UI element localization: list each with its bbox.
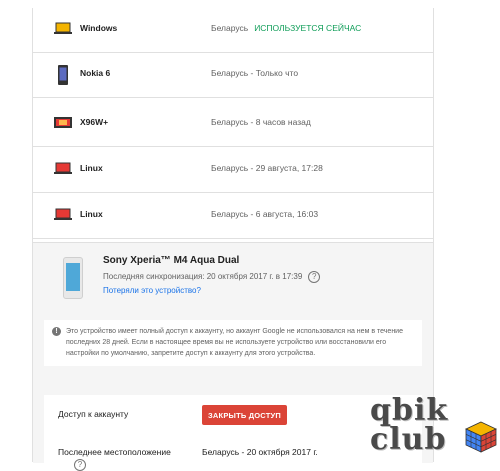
device-name: X96W+ (80, 117, 109, 127)
device-row-nokia[interactable]: Nokia 6 Беларусь - Только что (33, 53, 433, 98)
device-name: Nokia 6 (80, 68, 111, 78)
device-row-linux-2[interactable]: Linux Беларусь - 6 августа, 16:03 (33, 194, 433, 239)
help-icon[interactable]: ? (74, 459, 86, 471)
phone-icon (58, 65, 68, 85)
device-location: Беларусь - Только что (211, 68, 299, 78)
device-location: Беларусь - 6 августа, 16:03 (211, 209, 319, 219)
access-label: Доступ к аккаунту (58, 409, 129, 419)
laptop-icon (54, 162, 72, 174)
device-location: Беларусь - 29 августа, 17:28 (211, 163, 323, 173)
info-icon: ! (52, 327, 61, 336)
info-box: ! Это устройство имеет полный доступ к а… (44, 320, 422, 366)
watermark-text: qbik club (370, 393, 449, 457)
device-row-windows[interactable]: Windows Беларусь ИСПОЛЬЗУЕТСЯ СЕЙЧАС (33, 8, 433, 53)
active-status: ИСПОЛЬЗУЕТСЯ СЕЙЧАС (254, 23, 362, 33)
device-title: Sony Xperia™ M4 Aqua Dual (103, 255, 240, 266)
last-location-label: Последнее местоположение (58, 447, 171, 457)
device-location: Беларусь - 8 часов назад (211, 117, 311, 127)
watermark-logo: qbik club (364, 396, 500, 462)
device-name: Windows (80, 23, 118, 33)
device-row-x96[interactable]: X96W+ Беларусь - 8 часов назад (33, 102, 433, 147)
lost-device-link[interactable]: Потеряли это устройство? (103, 286, 201, 295)
help-icon[interactable]: ? (308, 271, 321, 283)
sync-info: Последняя синхронизация: 20 октября 2017… (103, 271, 321, 283)
phone-image (63, 257, 83, 299)
device-row-linux-1[interactable]: Linux Беларусь - 29 августа, 17:28 (33, 148, 433, 193)
info-text: Это устройство имеет полный доступ к акк… (66, 328, 403, 357)
device-name: Linux (80, 163, 103, 173)
tv-box-icon (54, 117, 72, 128)
revoke-access-button[interactable]: ЗАКРЫТЬ ДОСТУП (202, 405, 287, 425)
last-location-value: Беларусь - 20 октября 2017 г. (202, 447, 318, 457)
laptop-icon (54, 22, 72, 34)
laptop-icon (54, 208, 72, 220)
rubik-cube-icon (465, 421, 497, 453)
device-location: Беларусь ИСПОЛЬЗУЕТСЯ СЕЙЧАС (211, 23, 362, 33)
device-name: Linux (80, 209, 103, 219)
